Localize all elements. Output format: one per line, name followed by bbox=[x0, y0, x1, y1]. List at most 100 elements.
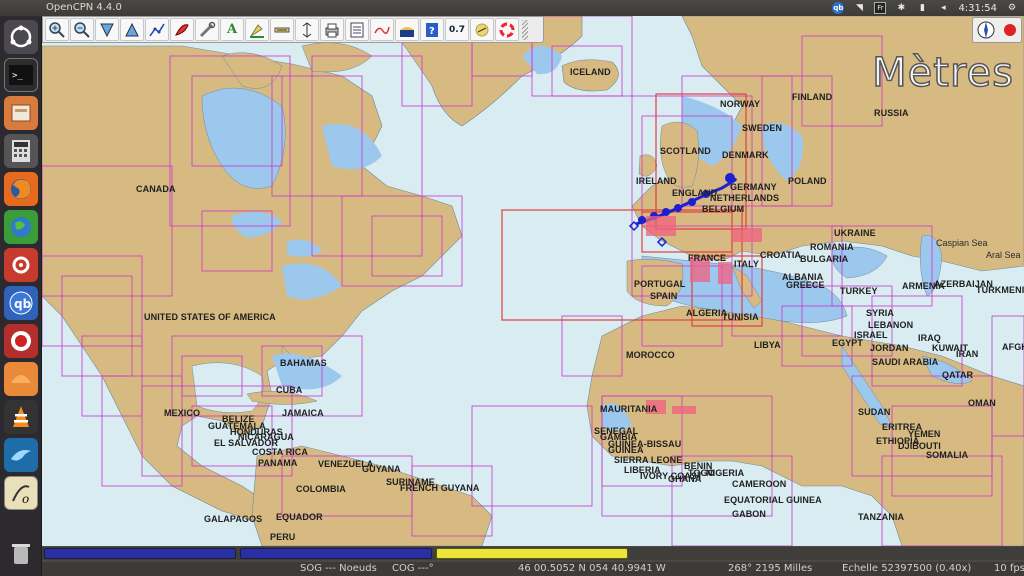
label-belgium: BELGIUM bbox=[702, 204, 745, 214]
print-icon[interactable] bbox=[320, 18, 344, 41]
keyboard-layout-icon[interactable]: Fr bbox=[874, 2, 887, 14]
label-oman: OMAN bbox=[968, 398, 996, 408]
label-cameroon: CAMEROON bbox=[732, 479, 787, 489]
label-turkey: TURKEY bbox=[840, 286, 878, 296]
label-qatar: QATAR bbox=[942, 370, 974, 380]
label-gabon: GABON bbox=[732, 509, 766, 519]
chart-canvas[interactable]: ICELAND NORWAY FINLAND RUSSIA SWEDEN SCO… bbox=[42, 16, 1024, 546]
label-sierra-leone: SIERRA LEONE bbox=[614, 455, 683, 465]
scale-out-icon[interactable] bbox=[120, 18, 144, 41]
label-germany: GERMANY bbox=[730, 182, 777, 192]
label-colombia: COLOMBIA bbox=[296, 484, 346, 494]
label-mexico: MEXICO bbox=[164, 408, 201, 418]
orange-app-icon[interactable] bbox=[4, 362, 38, 396]
label-saudi-arabia: SAUDI ARABIA bbox=[872, 357, 939, 367]
help-icon[interactable]: ? bbox=[420, 18, 444, 41]
label-finland: FINLAND bbox=[792, 92, 833, 102]
text-icon[interactable]: A bbox=[220, 18, 244, 41]
label-iceland: ICELAND bbox=[570, 67, 611, 77]
system-tray: qb ◥ Fr ✱ ▮ ◂ 4:31:54 ⚙ bbox=[832, 0, 1018, 16]
label-spain: SPAIN bbox=[650, 291, 678, 301]
label-bahamas: BAHAMAS bbox=[280, 358, 327, 368]
opencpn-app-icon[interactable]: o bbox=[4, 476, 38, 510]
status-line: SOG --- Noeuds COG ---° 46 00.5052 N 054… bbox=[42, 562, 1024, 576]
wifi-icon[interactable]: ◥ bbox=[853, 2, 865, 14]
label-mauritania: MAURITANIA bbox=[600, 404, 658, 414]
window-title: OpenCPN 4.4.0 bbox=[46, 2, 122, 13]
qbittorrent-tray-icon[interactable]: qb bbox=[832, 2, 845, 14]
bluetooth-icon[interactable]: ✱ bbox=[895, 2, 907, 14]
power-icon[interactable]: ⚙ bbox=[1006, 2, 1018, 14]
label-greece: GREECE bbox=[786, 280, 825, 290]
distance-icon[interactable] bbox=[295, 18, 319, 41]
dash-home-icon[interactable] bbox=[4, 20, 38, 54]
status-bar: SOG --- Noeuds COG ---° 46 00.5052 N 054… bbox=[42, 546, 1024, 576]
label-syria: SYRIA bbox=[866, 308, 895, 318]
scale-in-icon[interactable] bbox=[95, 18, 119, 41]
color-scheme-icon[interactable] bbox=[395, 18, 419, 41]
cursor-position-readout: 46 00.5052 N 054 40.9941 W bbox=[518, 563, 666, 574]
label-somalia: SOMALIA bbox=[926, 450, 969, 460]
files-icon[interactable] bbox=[4, 96, 38, 130]
label-equatorial-guinea: EQUATORIAL GUINEA bbox=[724, 495, 822, 505]
label-jordan: JORDAN bbox=[870, 343, 909, 353]
label-ecuador: EQUADOR bbox=[276, 512, 323, 522]
volume-icon[interactable]: ◂ bbox=[937, 2, 949, 14]
svg-text:?: ? bbox=[429, 26, 435, 37]
calculator-icon[interactable] bbox=[4, 134, 38, 168]
firefox-icon[interactable] bbox=[4, 172, 38, 206]
label-guinea: GUINEA bbox=[608, 445, 644, 455]
piano-key[interactable] bbox=[436, 548, 628, 559]
piano-key[interactable] bbox=[44, 548, 236, 559]
svg-text:o: o bbox=[22, 492, 29, 506]
terminal-icon[interactable]: >_ bbox=[4, 58, 38, 92]
label-sweden: SWEDEN bbox=[742, 123, 783, 133]
sog-readout: SOG --- Noeuds bbox=[300, 563, 377, 574]
opencpn-globe-icon[interactable] bbox=[4, 210, 38, 244]
battery-icon[interactable]: ▮ bbox=[916, 2, 928, 14]
label-afghanistan: AFGHA bbox=[1002, 342, 1024, 352]
label-scotland: SCOTLAND bbox=[660, 146, 711, 156]
compass-rose-icon bbox=[977, 21, 994, 39]
label-denmark: DENMARK bbox=[722, 150, 769, 160]
route-manager-icon[interactable] bbox=[345, 18, 369, 41]
tide-icon[interactable] bbox=[245, 18, 269, 41]
label-peru: PERU bbox=[270, 532, 296, 542]
label-canada: CANADA bbox=[136, 184, 176, 194]
dolphin-app-icon[interactable] bbox=[4, 438, 38, 472]
qbittorrent-icon[interactable]: qb bbox=[4, 286, 38, 320]
label-jamaica: JAMAICA bbox=[282, 408, 324, 418]
track-icon[interactable] bbox=[370, 18, 394, 41]
main-toolbar: A ? 0.7 bbox=[42, 16, 544, 43]
zoom-out-icon[interactable] bbox=[70, 18, 94, 41]
tools-icon[interactable] bbox=[195, 18, 219, 41]
vlc-icon[interactable] bbox=[4, 400, 38, 434]
top-panel: OpenCPN 4.4.0 qb ◥ Fr ✱ ▮ ◂ 4:31:54 ⚙ bbox=[0, 0, 1024, 16]
svg-text:qb: qb bbox=[14, 297, 32, 311]
scale-readout: Echelle 52397500 (0.40x) bbox=[842, 563, 972, 574]
compass-widget[interactable] bbox=[972, 17, 1022, 43]
mob-icon[interactable] bbox=[170, 18, 194, 41]
piano-key[interactable] bbox=[240, 548, 432, 559]
label-costa-rica: COSTA RICA bbox=[252, 447, 308, 457]
label-egypt: EGYPT bbox=[832, 338, 864, 348]
trash-icon[interactable] bbox=[4, 536, 38, 570]
chart-piano-bar bbox=[42, 547, 1024, 560]
toolbar-grip[interactable] bbox=[522, 19, 528, 40]
zoom-level-icon[interactable]: 0.7 bbox=[445, 18, 469, 41]
system-settings-icon[interactable] bbox=[4, 248, 38, 282]
life-ring-icon[interactable] bbox=[495, 18, 519, 41]
label-italy: ITALY bbox=[734, 259, 760, 269]
text-icon-label: A bbox=[226, 22, 238, 37]
weather-icon[interactable] bbox=[470, 18, 494, 41]
label-galapagos: GALAPAGOS bbox=[204, 514, 263, 524]
label-caspian-sea: Caspian Sea bbox=[936, 238, 988, 248]
zoom-in-icon[interactable] bbox=[45, 18, 69, 41]
label-tunisia: TUNISIA bbox=[722, 312, 759, 322]
route-icon[interactable] bbox=[145, 18, 169, 41]
label-bulgaria: BULGARIA bbox=[800, 254, 849, 264]
label-panama: PANAMA bbox=[258, 458, 298, 468]
screen-recorder-icon[interactable] bbox=[4, 324, 38, 358]
settings-icon[interactable] bbox=[270, 18, 294, 41]
clock[interactable]: 4:31:54 bbox=[958, 3, 997, 14]
